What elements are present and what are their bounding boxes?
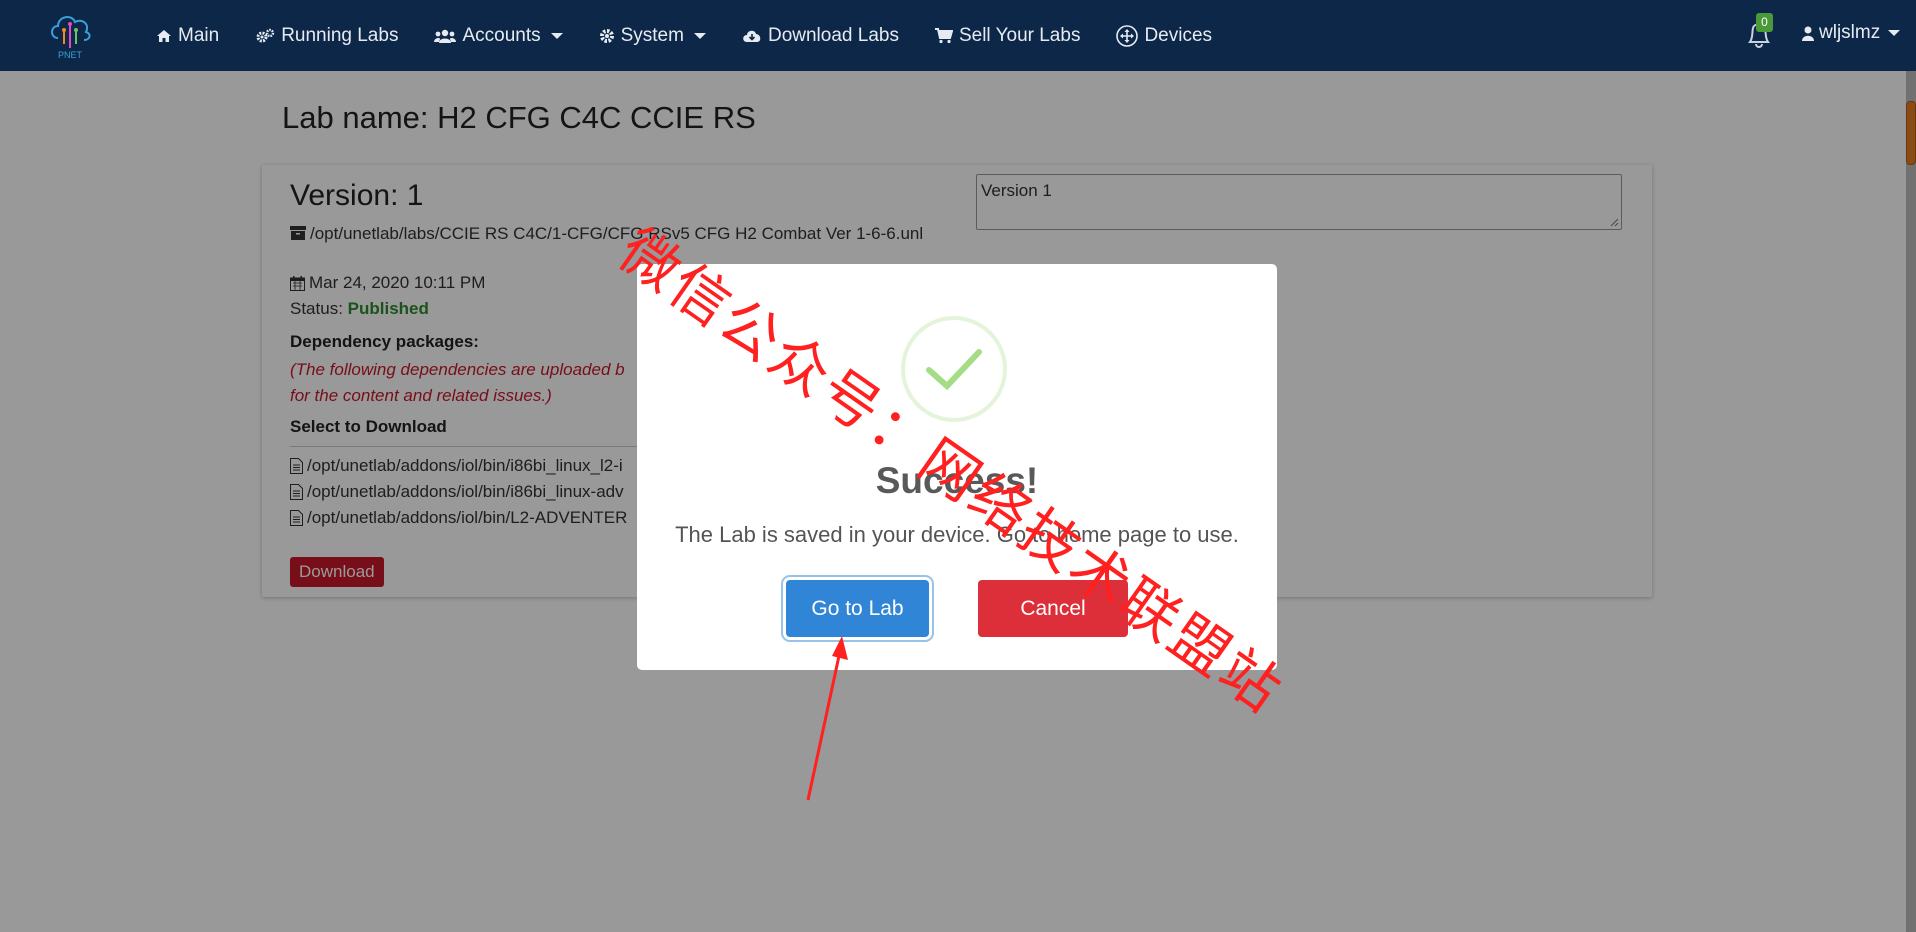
nav-main-label: Main — [178, 24, 220, 46]
gears-icon — [256, 28, 275, 42]
cancel-button[interactable]: Cancel — [978, 580, 1128, 637]
annotation-arrow — [806, 636, 848, 801]
go-to-lab-button[interactable]: Go to Lab — [786, 580, 929, 637]
chevron-down-icon — [550, 32, 563, 39]
chevron-down-icon — [693, 32, 706, 39]
username: wljslmz — [1819, 22, 1881, 43]
success-dialog: Success! The Lab is saved in your device… — [637, 264, 1277, 670]
pnet-logo[interactable]: PNET — [46, 8, 94, 60]
nav-running-labs[interactable]: Running Labs — [255, 25, 398, 47]
dialog-message: The Lab is saved in your device. Go to h… — [675, 522, 1239, 547]
success-check-icon — [901, 316, 1007, 422]
notification-badge: 0 — [1756, 13, 1773, 32]
nav-running-labs-label: Running Labs — [281, 24, 399, 46]
cloud-download-icon — [743, 30, 761, 42]
nav-sell-your-labs-label: Sell Your Labs — [958, 24, 1081, 46]
cart-icon — [934, 27, 953, 43]
logo-text: PNET — [58, 50, 83, 60]
nav-accounts[interactable]: Accounts — [434, 24, 563, 47]
user-icon — [1802, 26, 1814, 41]
gear-icon — [599, 28, 614, 43]
nav-devices-label: Devices — [1144, 24, 1213, 46]
nav-download-labs-label: Download Labs — [767, 24, 899, 46]
dialog-title: Success! — [875, 460, 1039, 501]
nav-main[interactable]: Main — [156, 25, 219, 47]
user-menu[interactable]: wljslmz — [1802, 22, 1901, 44]
move-icon — [1116, 24, 1139, 47]
nav-download-labs[interactable]: Download Labs — [742, 25, 899, 47]
users-icon — [434, 29, 457, 43]
nav-system-label: System — [620, 24, 684, 46]
nav-system[interactable]: System — [599, 25, 706, 47]
nav-devices[interactable]: Devices — [1116, 25, 1212, 47]
nav-accounts-label: Accounts — [462, 24, 541, 46]
home-icon — [157, 29, 171, 42]
top-navbar: PNET Main Running Labs Accounts System D… — [0, 0, 1916, 71]
nav-sell-your-labs[interactable]: Sell Your Labs — [934, 24, 1081, 47]
chevron-down-icon — [1888, 30, 1901, 36]
